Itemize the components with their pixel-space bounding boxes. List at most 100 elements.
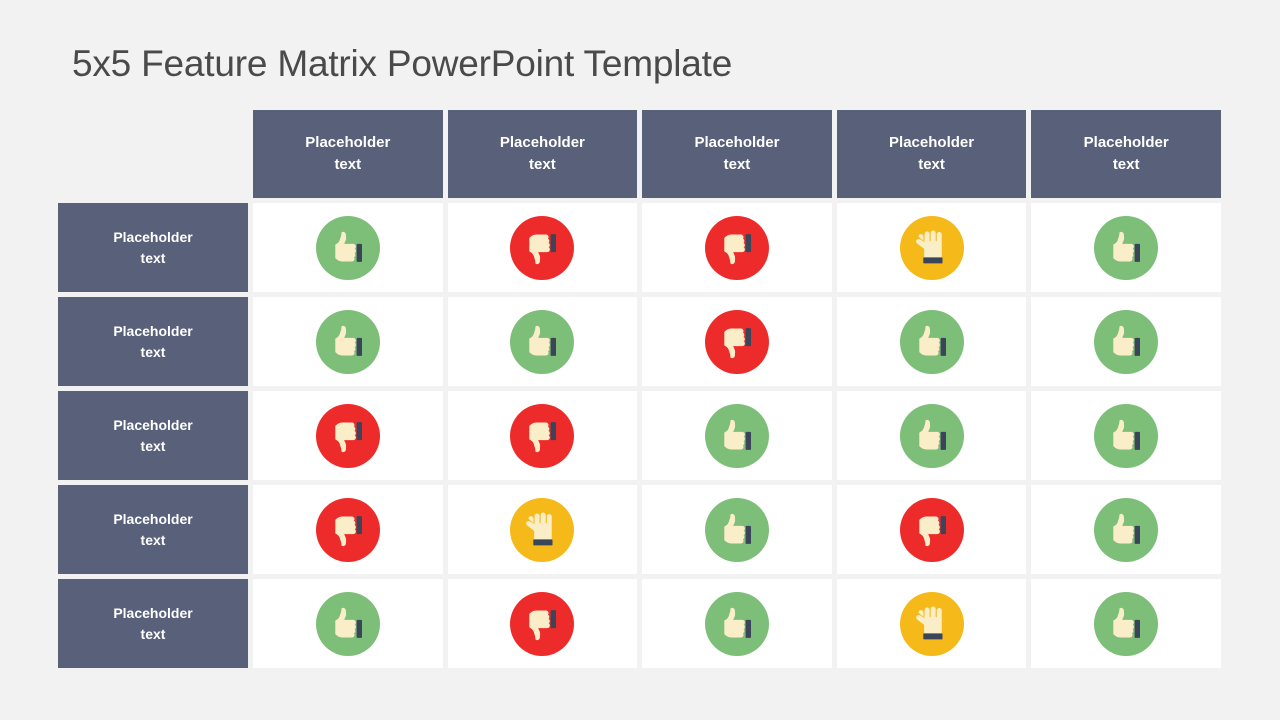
matrix-corner-cell	[58, 110, 248, 198]
matrix-cell-r4-c1[interactable]	[253, 485, 443, 574]
matrix-cell-r2-c1[interactable]	[253, 297, 443, 386]
table-row: Placeholder text	[58, 391, 1221, 480]
column-header-3[interactable]: Placeholder text	[642, 110, 832, 198]
thumbs-up-icon	[1094, 309, 1159, 374]
thumbs-down-icon	[510, 591, 575, 656]
row-header-label: Placeholder	[113, 510, 193, 527]
row-header-label-line2: text	[140, 531, 166, 548]
thumbs-down-icon	[899, 497, 964, 562]
column-header-label-line2: text	[918, 156, 945, 173]
column-header-text: Placeholder text	[1084, 132, 1169, 176]
matrix-cell-r3-c1[interactable]	[253, 391, 443, 480]
column-header-text: Placeholder text	[500, 132, 585, 176]
thumbs-up-icon	[1094, 591, 1159, 656]
matrix-cell-r2-c3[interactable]	[642, 297, 832, 386]
matrix-cell-r4-c3[interactable]	[642, 485, 832, 574]
column-header-label-line2: text	[529, 156, 556, 173]
thumbs-up-icon	[899, 403, 964, 468]
matrix-cell-r2-c2[interactable]	[447, 297, 638, 386]
row-header-label-line2: text	[140, 437, 166, 454]
matrix-cell-r5-c4[interactable]	[836, 579, 1027, 668]
matrix-cell-r2-c5[interactable]	[1031, 297, 1221, 386]
column-header-label-line2: text	[1112, 156, 1140, 173]
matrix-cell-r1-c4[interactable]	[836, 203, 1027, 292]
column-header-label: Placeholder	[1083, 134, 1169, 152]
row-header-text: Placeholder text	[113, 603, 192, 645]
matrix-cell-r3-c3[interactable]	[642, 391, 832, 480]
matrix-cell-r1-c1[interactable]	[253, 203, 443, 292]
column-header-text: Placeholder text	[305, 132, 390, 176]
row-header-label-line2: text	[140, 249, 166, 266]
matrix-cell-r3-c2[interactable]	[447, 391, 638, 480]
flat-hand-icon	[899, 215, 964, 280]
row-header-text: Placeholder text	[113, 509, 192, 551]
row-header-1[interactable]: Placeholder text	[58, 203, 248, 292]
table-row: Placeholder text	[58, 297, 1221, 386]
column-header-2[interactable]: Placeholder text	[447, 110, 638, 198]
thumbs-up-icon	[704, 403, 769, 468]
thumbs-up-icon	[704, 591, 769, 656]
thumbs-down-icon	[315, 403, 380, 468]
matrix-cell-r5-c2[interactable]	[447, 579, 638, 668]
column-header-text: Placeholder text	[889, 132, 974, 176]
flat-hand-icon	[899, 591, 964, 656]
thumbs-down-icon	[704, 309, 769, 374]
thumbs-up-icon	[1094, 215, 1159, 280]
thumbs-up-icon	[315, 591, 380, 656]
thumbs-up-icon	[315, 309, 380, 374]
row-header-4[interactable]: Placeholder text	[58, 485, 248, 574]
matrix-cell-r3-c5[interactable]	[1031, 391, 1221, 480]
flat-hand-icon	[510, 497, 575, 562]
matrix-cell-r1-c5[interactable]	[1031, 203, 1221, 292]
thumbs-up-icon	[899, 309, 964, 374]
row-header-label: Placeholder	[113, 604, 193, 621]
column-header-1[interactable]: Placeholder text	[253, 110, 443, 198]
matrix-cell-r1-c3[interactable]	[642, 203, 832, 292]
row-header-label: Placeholder	[113, 416, 193, 433]
row-header-3[interactable]: Placeholder text	[58, 391, 248, 480]
thumbs-up-icon	[510, 309, 575, 374]
matrix-cell-r5-c3[interactable]	[642, 579, 832, 668]
thumbs-up-icon	[1094, 497, 1159, 562]
thumbs-down-icon	[510, 215, 575, 280]
matrix-cell-r4-c4[interactable]	[836, 485, 1027, 574]
feature-matrix: Placeholder text Placeholder text Placeholde…	[58, 110, 1221, 668]
column-header-label-line2: text	[334, 156, 362, 173]
matrix-cell-r4-c5[interactable]	[1031, 485, 1221, 574]
column-header-text: Placeholder text	[694, 132, 779, 176]
row-header-label-line2: text	[140, 343, 166, 360]
matrix-cell-r4-c2[interactable]	[447, 485, 638, 574]
row-header-5[interactable]: Placeholder text	[58, 579, 248, 668]
row-header-text: Placeholder text	[113, 415, 192, 457]
slide-canvas: 5x5 Feature Matrix PowerPoint Template P…	[0, 0, 1280, 720]
table-row: Placeholder text	[58, 485, 1221, 574]
row-header-label-line2: text	[140, 625, 166, 642]
column-header-label-line2: text	[723, 156, 751, 173]
page-title: 5x5 Feature Matrix PowerPoint Template	[72, 43, 733, 84]
matrix-cell-r5-c1[interactable]	[253, 579, 443, 668]
row-header-2[interactable]: Placeholder text	[58, 297, 248, 386]
matrix-cell-r2-c4[interactable]	[836, 297, 1027, 386]
row-header-label: Placeholder	[113, 322, 193, 339]
thumbs-down-icon	[510, 403, 575, 468]
row-header-label: Placeholder	[113, 228, 193, 245]
matrix-cell-r1-c2[interactable]	[447, 203, 638, 292]
row-header-text: Placeholder text	[113, 227, 192, 269]
column-header-label: Placeholder	[889, 134, 975, 152]
thumbs-down-icon	[315, 497, 380, 562]
thumbs-up-icon	[704, 497, 769, 562]
matrix-cell-r5-c5[interactable]	[1031, 579, 1221, 668]
column-header-label: Placeholder	[305, 134, 391, 152]
row-header-text: Placeholder text	[113, 321, 192, 363]
matrix-header-row: Placeholder text Placeholder text Placeholde…	[58, 110, 1221, 198]
thumbs-up-icon	[1094, 403, 1159, 468]
column-header-5[interactable]: Placeholder text	[1031, 110, 1221, 198]
table-row: Placeholder text	[58, 203, 1221, 292]
column-header-label: Placeholder	[499, 134, 585, 152]
thumbs-up-icon	[315, 215, 380, 280]
matrix-cell-r3-c4[interactable]	[836, 391, 1027, 480]
column-header-4[interactable]: Placeholder text	[836, 110, 1027, 198]
column-header-label: Placeholder	[694, 134, 780, 152]
table-row: Placeholder text	[58, 579, 1221, 668]
thumbs-down-icon	[704, 215, 769, 280]
